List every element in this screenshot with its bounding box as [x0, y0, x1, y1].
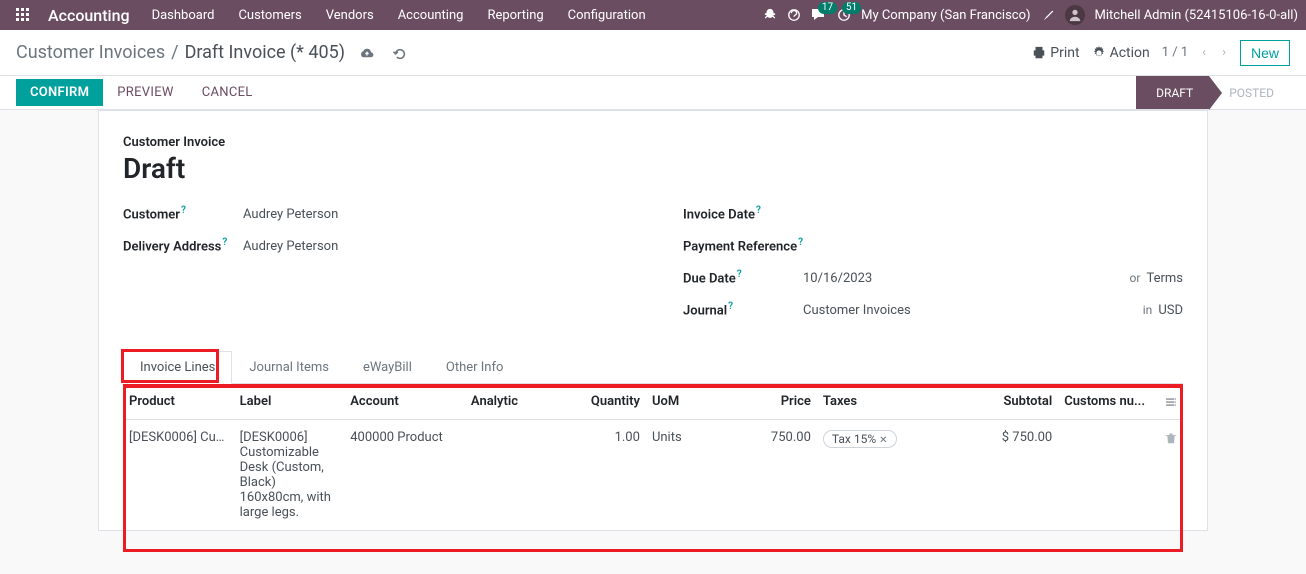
cell-price[interactable]: 750.00	[716, 420, 817, 531]
cell-uom[interactable]: Units	[646, 420, 716, 531]
activities-badge: 51	[842, 2, 861, 14]
col-uom[interactable]: UoM	[646, 384, 716, 420]
col-subtotal[interactable]: Subtotal	[958, 384, 1059, 420]
col-options-icon[interactable]	[1159, 384, 1183, 420]
pager-prev-icon[interactable]: ‹	[1200, 45, 1208, 60]
move-type-label: Customer Invoice	[123, 135, 1183, 150]
confirm-button[interactable]: Confirm	[16, 79, 103, 106]
payment-reference-label: Payment Reference?	[683, 237, 823, 254]
control-bar: Customer Invoices / Draft Invoice (* 405…	[0, 30, 1306, 76]
tax-tag[interactable]: Tax 15%✕	[823, 430, 897, 448]
tab-ewaybill[interactable]: eWayBill	[346, 351, 429, 383]
status-bar: Confirm Preview Cancel DRAFT POSTED	[0, 76, 1306, 110]
cell-taxes[interactable]: Tax 15%✕	[817, 420, 958, 531]
pager: 1 / 1	[1162, 45, 1188, 60]
menu-reporting[interactable]: Reporting	[475, 8, 555, 23]
cancel-button[interactable]: Cancel	[188, 79, 267, 106]
col-quantity[interactable]: Quantity	[565, 384, 645, 420]
col-taxes[interactable]: Taxes	[817, 384, 958, 420]
tools-icon[interactable]	[1041, 8, 1055, 22]
tab-journal-items[interactable]: Journal Items	[232, 351, 346, 383]
form-sheet: Customer Invoice Draft Customer? Audrey …	[98, 110, 1208, 531]
menu-vendors[interactable]: Vendors	[314, 8, 386, 23]
record-title: Draft	[123, 152, 1183, 185]
col-account[interactable]: Account	[344, 384, 465, 420]
external-link-icon[interactable]: ➔	[224, 430, 233, 445]
cell-label[interactable]: [DESK0006] Customizable Desk (Custom, Bl…	[234, 420, 345, 531]
currency-field[interactable]: USD	[1158, 303, 1183, 318]
messages-icon[interactable]: 17	[811, 8, 827, 22]
cell-analytic[interactable]	[465, 420, 566, 531]
apps-icon[interactable]	[8, 8, 38, 22]
pager-next-icon[interactable]: ›	[1220, 45, 1228, 60]
menu-dashboard[interactable]: Dashboard	[140, 8, 227, 23]
payment-terms-field[interactable]: Terms	[1146, 271, 1183, 286]
delivery-address-label: Delivery Address?	[123, 237, 243, 254]
action-button[interactable]: Action	[1092, 45, 1150, 61]
cell-quantity[interactable]: 1.00	[565, 420, 645, 531]
support-icon[interactable]	[787, 8, 801, 22]
top-nav: Accounting Dashboard Customers Vendors A…	[0, 0, 1306, 30]
cell-subtotal: $ 750.00	[958, 420, 1059, 531]
discard-icon[interactable]	[393, 43, 407, 62]
user-avatar[interactable]	[1065, 5, 1085, 25]
breadcrumb: Customer Invoices / Draft Invoice (* 405…	[16, 42, 345, 63]
activities-icon[interactable]: 51	[837, 8, 851, 22]
cell-customs[interactable]	[1058, 420, 1159, 531]
preview-button[interactable]: Preview	[103, 79, 187, 106]
table-header-row: Product Label Account Analytic Quantity …	[123, 384, 1183, 420]
menu-accounting[interactable]: Accounting	[386, 8, 476, 23]
new-button[interactable]: New	[1240, 40, 1290, 66]
messages-badge: 17	[818, 2, 837, 14]
notebook-tabs: Invoice Lines Journal Items eWayBill Oth…	[123, 351, 1183, 384]
company-switcher[interactable]: My Company (San Francisco)	[861, 8, 1030, 23]
customer-field[interactable]: Audrey Peterson	[243, 207, 623, 222]
customer-label: Customer?	[123, 205, 243, 222]
menu-configuration[interactable]: Configuration	[556, 8, 658, 23]
col-customs[interactable]: Customs nu...	[1058, 384, 1159, 420]
user-menu[interactable]: Mitchell Admin (52415106-16-0-all)	[1095, 8, 1298, 23]
delete-row-icon[interactable]	[1159, 420, 1183, 531]
cloud-save-icon[interactable]	[359, 43, 375, 62]
invoice-date-label: Invoice Date?	[683, 205, 803, 222]
tab-invoice-lines[interactable]: Invoice Lines	[123, 351, 232, 384]
status-draft[interactable]: DRAFT	[1136, 76, 1209, 109]
print-button[interactable]: Print	[1032, 45, 1079, 61]
breadcrumb-current: Draft Invoice (* 405)	[185, 42, 345, 63]
delivery-address-field[interactable]: Audrey Peterson	[243, 239, 623, 254]
cell-product[interactable]: [DESK0006] Cus➔	[123, 420, 234, 531]
app-name[interactable]: Accounting	[38, 6, 140, 25]
bug-icon[interactable]	[763, 8, 777, 22]
due-date-field[interactable]: 10/16/2023	[803, 271, 1124, 286]
journal-label: Journal?	[683, 301, 803, 318]
cell-account[interactable]: 400000 Product	[344, 420, 465, 531]
remove-tax-icon[interactable]: ✕	[879, 435, 887, 446]
main-menus: Dashboard Customers Vendors Accounting R…	[140, 8, 764, 23]
menu-customers[interactable]: Customers	[226, 8, 313, 23]
due-date-or: or	[1124, 271, 1147, 285]
form-left-column: Customer? Audrey Peterson Delivery Addre…	[123, 205, 623, 333]
invoice-lines-table: Product Label Account Analytic Quantity …	[123, 384, 1183, 530]
journal-in: in	[1137, 303, 1159, 317]
table-row[interactable]: [DESK0006] Cus➔ [DESK0006] Customizable …	[123, 420, 1183, 531]
col-product[interactable]: Product	[123, 384, 234, 420]
form-right-column: Invoice Date? Payment Reference? Due Dat…	[683, 205, 1183, 333]
breadcrumb-root[interactable]: Customer Invoices	[16, 42, 165, 63]
journal-field[interactable]: Customer Invoices	[803, 303, 1137, 318]
systray: 17 51 My Company (San Francisco) Mitchel…	[763, 5, 1298, 25]
tab-other-info[interactable]: Other Info	[429, 351, 521, 383]
col-price[interactable]: Price	[716, 384, 817, 420]
col-analytic[interactable]: Analytic	[465, 384, 566, 420]
due-date-label: Due Date?	[683, 269, 803, 286]
col-label[interactable]: Label	[234, 384, 345, 420]
